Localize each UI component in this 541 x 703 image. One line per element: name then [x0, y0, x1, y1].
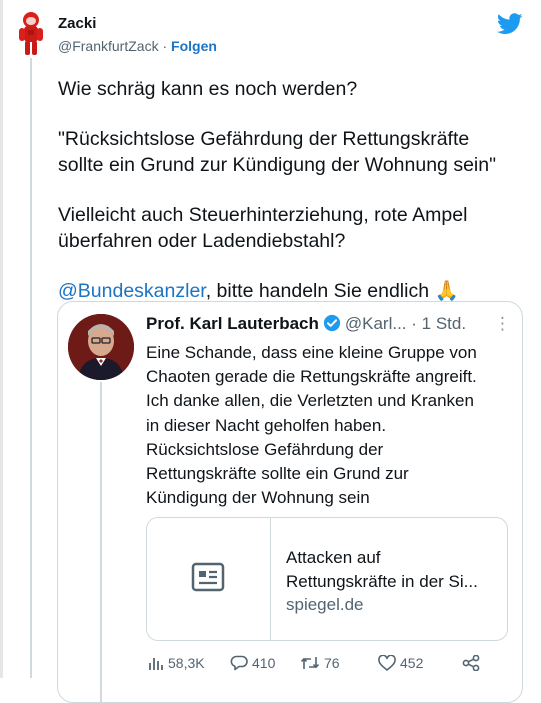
reply-action[interactable]: 410	[230, 655, 275, 671]
action-bar: 58,3K 410 76 452	[148, 655, 508, 679]
hazmat-avatar[interactable]	[17, 12, 45, 56]
follow-button[interactable]: Folgen	[171, 38, 217, 54]
author-handle[interactable]: @FrankfurtZack	[58, 38, 159, 54]
thread-line	[30, 58, 32, 678]
quoted-tweet-card[interactable]: Prof. Karl Lauterbach @Karl... · 1 Std. ⋮…	[57, 301, 523, 703]
mention-link[interactable]: @Bundeskanzler	[58, 280, 206, 302]
link-title-line: Rettungskräfte in der Si...	[286, 572, 478, 591]
meta-separator: ·	[158, 38, 172, 54]
quoted-time[interactable]: · 1 Std.	[407, 314, 466, 333]
link-title[interactable]: Attacken auf Rettungskräfte in der Si...	[286, 546, 498, 594]
quoted-tweet-text: Eine Schande, dass eine kleine Gruppe vo…	[146, 343, 477, 508]
verified-badge-icon	[323, 314, 340, 332]
views-icon	[149, 658, 163, 670]
pray-emoji: 🙏	[434, 280, 459, 302]
tweet-line: "Rücksichtslose Gefährdung der Rettungsk…	[58, 128, 470, 150]
tweet-line: sollte ein Grund zur Kündigung der Wohnu…	[58, 154, 497, 176]
quoted-author-handle[interactable]: @Karl...	[345, 314, 407, 333]
retweet-icon	[300, 657, 320, 669]
article-icon	[191, 562, 225, 592]
more-icon[interactable]: ⋮	[494, 314, 511, 334]
reply-count: 410	[252, 655, 276, 671]
like-icon	[378, 655, 396, 671]
quoted-header: Prof. Karl Lauterbach @Karl... · 1 Std.	[146, 314, 466, 334]
link-thumbnail	[147, 518, 271, 640]
reply-icon	[230, 655, 248, 671]
tweet-body: Wie schräg kann es noch werden? "Rücksic…	[58, 76, 528, 328]
share-icon	[462, 655, 480, 671]
tweet-line: Wie schräg kann es noch werden?	[58, 78, 358, 100]
closing-text: , bitte handeln Sie endlich	[205, 280, 435, 302]
link-preview-card[interactable]: Attacken auf Rettungskräfte in der Si...…	[146, 517, 508, 641]
tweet-line: überfahren oder Ladendiebstahl?	[58, 230, 346, 252]
quoted-thread-line	[100, 382, 102, 702]
author-meta: @FrankfurtZack · Folgen	[58, 38, 217, 54]
author-name[interactable]: Zacki	[58, 15, 96, 32]
link-domain: spiegel.de	[286, 595, 364, 614]
quoted-author-avatar[interactable]	[68, 314, 134, 380]
views-count: 58,3K	[168, 655, 205, 671]
twitter-bird-icon[interactable]	[497, 13, 523, 35]
left-divider	[0, 0, 3, 678]
retweet-count: 76	[324, 655, 340, 671]
retweet-action[interactable]: 76	[300, 655, 340, 671]
quoted-author-name[interactable]: Prof. Karl Lauterbach	[146, 314, 319, 333]
link-title-line: Attacken auf	[286, 548, 381, 567]
share-action[interactable]	[462, 655, 480, 671]
like-action[interactable]: 452	[378, 655, 423, 671]
like-count: 452	[400, 655, 424, 671]
views-action[interactable]: 58,3K	[148, 655, 205, 671]
tweet-line: Vielleicht auch Steuerhinterziehung, rot…	[58, 204, 468, 226]
